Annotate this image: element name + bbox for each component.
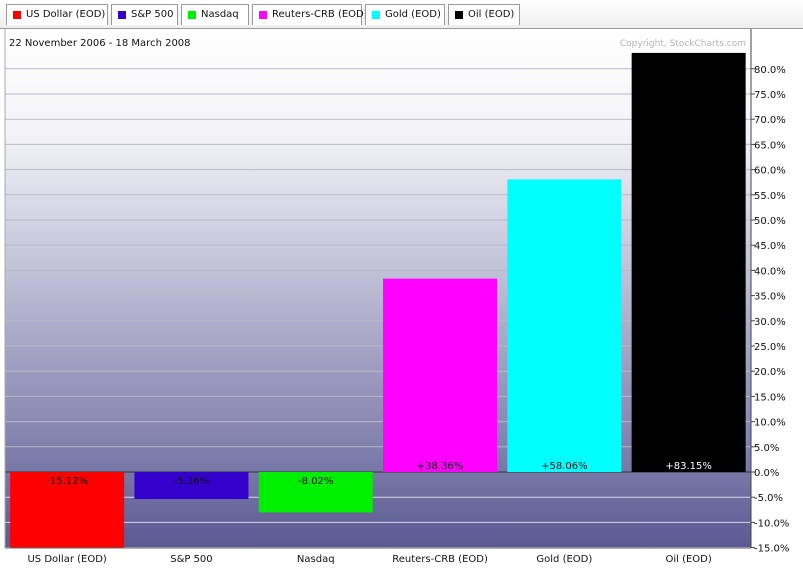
data-label: +58.06%: [541, 461, 588, 472]
bar: [631, 52, 746, 472]
y-tick-label: -15.0%: [754, 544, 789, 555]
chart-root: US Dollar (EOD) S&P 500 Nasdaq Reuters-CRB …: [0, 0, 803, 571]
y-tick-label: 15.0%: [754, 392, 786, 403]
x-axis-labels: US Dollar (EOD) S&P 500 Nasdaq Reuters-CRB …: [27, 554, 711, 565]
data-label: +38.36%: [417, 461, 464, 472]
y-tick-label: 0.0%: [754, 468, 779, 479]
data-label: -8.02%: [298, 476, 333, 487]
y-tick-label: 80.0%: [754, 65, 786, 76]
y-tick-label: 25.0%: [754, 342, 786, 353]
y-tick-label: 50.0%: [754, 216, 786, 227]
y-tick-label: 5.0%: [754, 443, 779, 454]
date-range: 22 November 2006 - 18 March 2008: [9, 38, 191, 49]
y-tick-label: -10.0%: [754, 518, 789, 529]
bar: [507, 179, 622, 472]
y-tick-label: 70.0%: [754, 115, 786, 126]
data-label: +83.15%: [665, 461, 712, 472]
data-label: -5.36%: [174, 476, 209, 487]
y-tick-label: 60.0%: [754, 166, 786, 177]
y-axis-ticks: -15.0% -10.0% -5.0% 0.0% 5.0% 10.0% 15.0% 20.0%…: [751, 65, 789, 555]
y-tick-label: 55.0%: [754, 191, 786, 202]
y-tick-label: 40.0%: [754, 266, 786, 277]
performance-bar-chart: -15.12% -5.36% -8.02% +38.36% +58.06% +83.15%…: [4, 29, 789, 565]
x-tick-label: Reuters-CRB (EOD): [392, 554, 488, 565]
x-tick-label: Gold (EOD): [536, 554, 592, 565]
x-tick-label: S&P 500: [170, 554, 212, 565]
bar: [383, 278, 498, 472]
copyright-note: Copyright, StockCharts.com: [620, 39, 746, 49]
y-tick-label: 65.0%: [754, 140, 786, 151]
y-tick-label: 45.0%: [754, 241, 786, 252]
y-tick-label: 30.0%: [754, 317, 786, 328]
x-tick-label: US Dollar (EOD): [27, 554, 106, 565]
x-tick-label: Oil (EOD): [665, 554, 711, 565]
y-tick-label: 20.0%: [754, 367, 786, 378]
y-tick-label: 75.0%: [754, 90, 786, 101]
data-label: -15.12%: [46, 476, 88, 487]
y-tick-label: 35.0%: [754, 292, 786, 303]
y-tick-label: 10.0%: [754, 418, 786, 429]
x-tick-label: Nasdaq: [297, 554, 335, 565]
y-tick-label: -5.0%: [754, 493, 783, 504]
